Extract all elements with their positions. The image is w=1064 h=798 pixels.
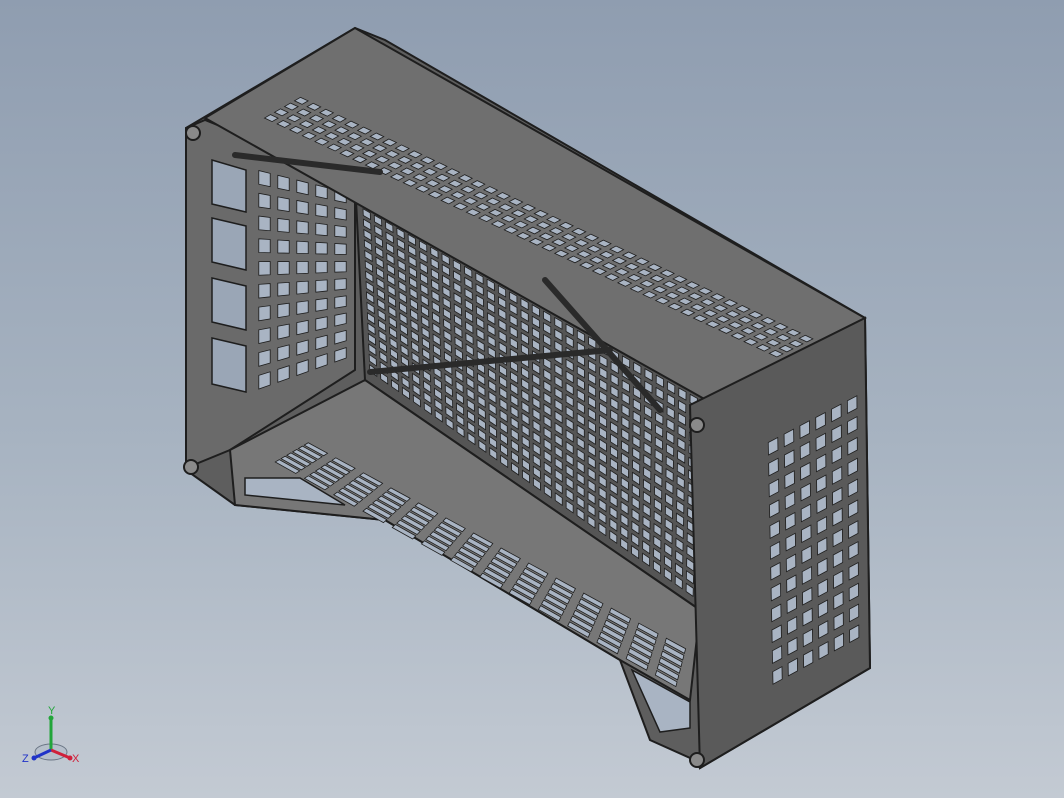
left-wall-hole: [258, 170, 271, 188]
left-wall-hole: [277, 174, 290, 192]
left-wall-hole: [296, 261, 309, 275]
left-wall-hole: [258, 349, 271, 367]
left-wall-hole: [277, 261, 290, 275]
left-wall-hole: [258, 327, 271, 345]
z-axis-tip: [31, 755, 37, 761]
x-axis-label: X: [72, 753, 80, 765]
left-wall-hole: [334, 295, 347, 309]
y-axis-label: Y: [48, 705, 56, 717]
left-wall-hole: [315, 222, 328, 237]
left-wall-hole: [296, 240, 309, 255]
left-wall-hole: [315, 316, 328, 331]
left-wall-hole: [334, 225, 347, 238]
left-wall-hole: [258, 192, 271, 210]
left-wall-hole: [296, 199, 309, 215]
3d-viewport[interactable]: Y X Z: [0, 0, 1064, 798]
left-wall-hole: [258, 215, 271, 232]
left-wall-hole: [315, 261, 328, 274]
left-wall-hole: [334, 261, 347, 273]
left-wall-hole: [315, 241, 328, 255]
left-wall-hole: [315, 297, 328, 312]
left-wall-hole: [258, 261, 271, 276]
left-wall-hole: [296, 319, 309, 336]
left-wall-hole: [277, 217, 290, 233]
left-wall-hole: [277, 323, 290, 340]
left-wall-hole: [334, 207, 347, 221]
crate-model[interactable]: [0, 0, 1064, 798]
left-wall-hole: [315, 279, 328, 293]
left-wall-hole: [277, 239, 290, 254]
left-wall-hole: [258, 305, 271, 322]
left-wall-hole: [296, 179, 309, 196]
left-wall-hole: [334, 312, 347, 327]
left-wall-hole: [296, 300, 309, 315]
left-wall-hole: [315, 203, 328, 218]
z-axis-label: Z: [22, 753, 29, 765]
left-wall-hole: [334, 278, 347, 291]
left-wall-hole: [258, 283, 271, 299]
left-wall-hole: [277, 281, 290, 297]
left-wall-hole: [334, 243, 347, 255]
left-wall-hole: [296, 280, 309, 295]
left-wall-hole: [277, 302, 290, 319]
left-wall-hole: [296, 220, 309, 235]
left-wall-hole: [258, 238, 271, 254]
orientation-triad[interactable]: Y X Z: [14, 700, 94, 780]
left-wall-hole: [277, 196, 290, 212]
